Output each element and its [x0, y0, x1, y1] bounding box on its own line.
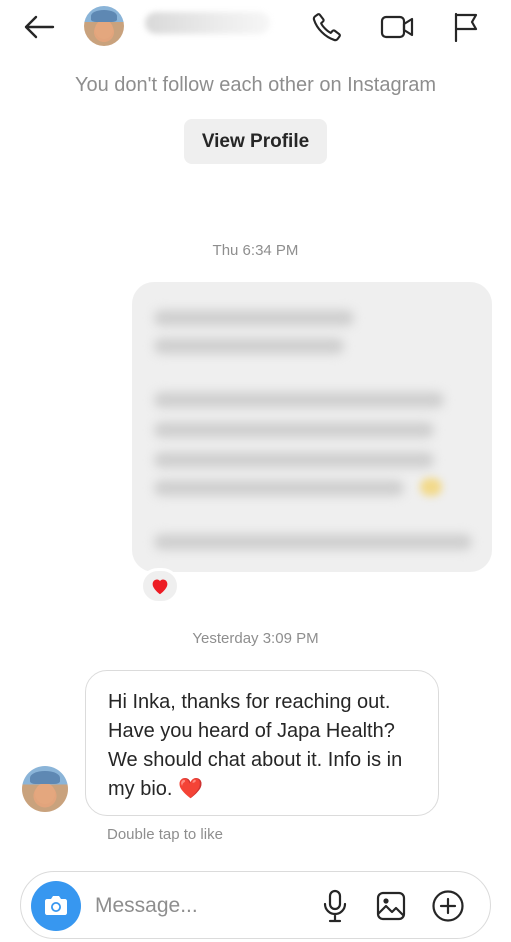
more-options-button[interactable]: [430, 888, 466, 924]
contact-avatar[interactable]: [84, 6, 124, 46]
video-call-button[interactable]: [379, 10, 415, 44]
double-tap-hint: Double tap to like: [107, 826, 223, 843]
sender-avatar[interactable]: [22, 766, 68, 812]
plus-circle-icon: [432, 890, 464, 922]
chat-header: [0, 0, 511, 56]
audio-call-button[interactable]: [309, 10, 345, 44]
follow-status-notice: You don't follow each other on Instagram: [74, 74, 437, 96]
message-input[interactable]: [95, 892, 295, 920]
back-button[interactable]: [22, 10, 56, 44]
message-timestamp: Thu 6:34 PM: [212, 242, 299, 259]
camera-icon: [45, 896, 67, 915]
redacted-text-line: [154, 452, 434, 468]
phone-icon: [312, 13, 341, 42]
contact-name-redacted[interactable]: [145, 12, 270, 34]
incoming-message-bubble[interactable]: Hi Inka, thanks for reaching out. Have y…: [85, 670, 439, 816]
flag-icon: [454, 12, 478, 42]
view-profile-button[interactable]: View Profile: [184, 119, 327, 164]
heart-reaction[interactable]: [140, 568, 180, 604]
voice-message-button[interactable]: [317, 888, 353, 924]
video-camera-icon: [380, 15, 414, 39]
image-icon: [376, 891, 406, 921]
redacted-text-line: [154, 422, 434, 438]
message-timestamp: Yesterday 3:09 PM: [192, 630, 319, 647]
heart-icon: [152, 579, 168, 595]
redacted-text-line: [154, 310, 354, 326]
redacted-text-line: [154, 534, 472, 550]
outgoing-message-redacted[interactable]: [132, 282, 492, 572]
microphone-icon: [323, 889, 347, 923]
redacted-text-line: [154, 480, 404, 496]
camera-button[interactable]: [31, 881, 81, 931]
redacted-text-line: [154, 392, 444, 408]
arrow-left-icon: [24, 15, 55, 39]
report-button[interactable]: [448, 10, 484, 44]
redacted-text-line: [154, 338, 344, 354]
gallery-button[interactable]: [373, 888, 409, 924]
message-composer: [20, 871, 491, 939]
redacted-emoji: [420, 478, 442, 496]
